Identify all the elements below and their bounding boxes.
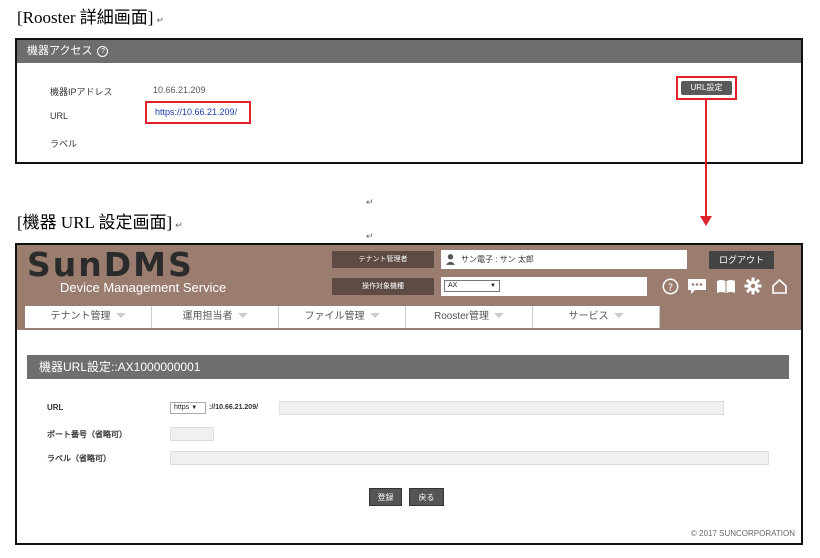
chevron-down-icon: ▼ — [191, 405, 198, 411]
app-header: SunDMS Device Management Service テナント管理者… — [17, 245, 801, 330]
target-device-select[interactable]: AX ▼ — [444, 280, 500, 292]
main-nav: テナント管理 運用担当者 ファイル管理 Rooster管理 サービス — [25, 306, 660, 328]
tab-label: 運用担当者 — [182, 311, 233, 322]
protocol-select[interactable]: https ▼ — [170, 402, 206, 414]
url-setting-button[interactable]: URL設定 — [681, 81, 732, 95]
tab-operators[interactable]: 運用担当者 — [152, 306, 279, 328]
user-icon — [446, 254, 455, 265]
port-input[interactable] — [170, 427, 214, 441]
caret-down-icon — [613, 313, 624, 318]
sundms-logo: SunDMS — [27, 245, 194, 284]
url-path-input[interactable] — [279, 401, 724, 415]
url-field-label: URL — [47, 403, 64, 412]
device-access-panel: 機器アクセス? 機器IPアドレス 10.66.21.209 URL https:… — [15, 38, 803, 164]
arrow-down-icon — [700, 216, 712, 226]
url-setting-highlight: URL設定 — [676, 76, 737, 100]
tab-file-management[interactable]: ファイル管理 — [279, 306, 406, 328]
device-access-header: 機器アクセス? — [17, 40, 801, 63]
ip-address-value: 10.66.21.209 — [153, 85, 206, 95]
manual-icon[interactable] — [716, 279, 736, 299]
help-icon[interactable]: ? — [662, 278, 679, 300]
tab-label: Rooster管理 — [433, 311, 489, 322]
setting-heading-text: [機器 URL 設定画面] — [17, 213, 173, 232]
url-host-text: ://10.66.21.209/ — [209, 404, 259, 411]
return-mark: ↵ — [175, 220, 183, 230]
tab-label: テナント管理 — [50, 311, 111, 322]
target-device-field: AX ▼ — [441, 277, 647, 296]
caret-down-icon — [237, 313, 248, 318]
detail-screen-heading: [Rooster 詳細画面] ↵ — [17, 8, 164, 30]
ip-address-label: 機器IPアドレス — [50, 87, 113, 97]
caret-down-icon — [369, 313, 380, 318]
caret-down-icon — [115, 313, 126, 318]
copyright-text: © 2017 SUNCORPORATION — [691, 529, 795, 538]
return-mark: ↵ — [156, 15, 165, 25]
home-icon[interactable] — [771, 278, 788, 300]
register-button[interactable]: 登録 — [369, 488, 402, 506]
chat-icon[interactable] — [687, 278, 707, 300]
tab-tenant-management[interactable]: テナント管理 — [25, 306, 152, 328]
return-mark: ↵ — [366, 231, 374, 241]
device-access-title: 機器アクセス — [27, 45, 93, 57]
target-device-label: 操作対象機種 — [332, 278, 434, 295]
help-icon[interactable]: ? — [97, 46, 109, 57]
page-title: 機器URL設定::AX1000000001 — [27, 355, 789, 379]
tenant-admin-value: サン電子 : サン 太郎 — [461, 255, 534, 264]
tab-rooster-management[interactable]: Rooster管理 — [406, 306, 533, 328]
tenant-admin-field: サン電子 : サン 太郎 — [441, 250, 687, 269]
target-device-value: AX — [448, 282, 458, 289]
protocol-value: https — [174, 404, 190, 411]
url-setting-screen: SunDMS Device Management Service テナント管理者… — [15, 243, 803, 545]
label-label: ラベル — [50, 139, 78, 149]
arrow-line — [705, 98, 707, 216]
port-field-label: ポート番号（省略可） — [47, 430, 127, 439]
header-icons: ? — [662, 277, 792, 295]
label-field-label: ラベル（省略可） — [47, 454, 111, 463]
back-button[interactable]: 戻る — [409, 488, 444, 506]
logout-button[interactable]: ログアウト — [709, 251, 774, 269]
caret-down-icon — [494, 313, 504, 318]
label-input[interactable] — [170, 451, 769, 465]
setting-screen-heading: [機器 URL 設定画面] ↵ — [17, 213, 183, 235]
gear-icon[interactable] — [744, 277, 762, 300]
url-link[interactable]: https://10.66.21.209/ — [155, 107, 237, 117]
tab-label: ファイル管理 — [304, 311, 365, 322]
tenant-admin-label: テナント管理者 — [332, 251, 434, 268]
detail-heading-text: [Rooster 詳細画面] — [17, 8, 154, 27]
tab-services[interactable]: サービス — [533, 306, 660, 328]
chevron-down-icon: ▼ — [490, 283, 496, 289]
return-mark: ↵ — [366, 197, 374, 207]
url-link-highlight: https://10.66.21.209/ — [145, 101, 251, 124]
svg-text:?: ? — [668, 282, 673, 293]
url-label: URL — [50, 111, 69, 121]
service-name: Device Management Service — [60, 280, 227, 295]
tab-label: サービス — [568, 311, 609, 322]
